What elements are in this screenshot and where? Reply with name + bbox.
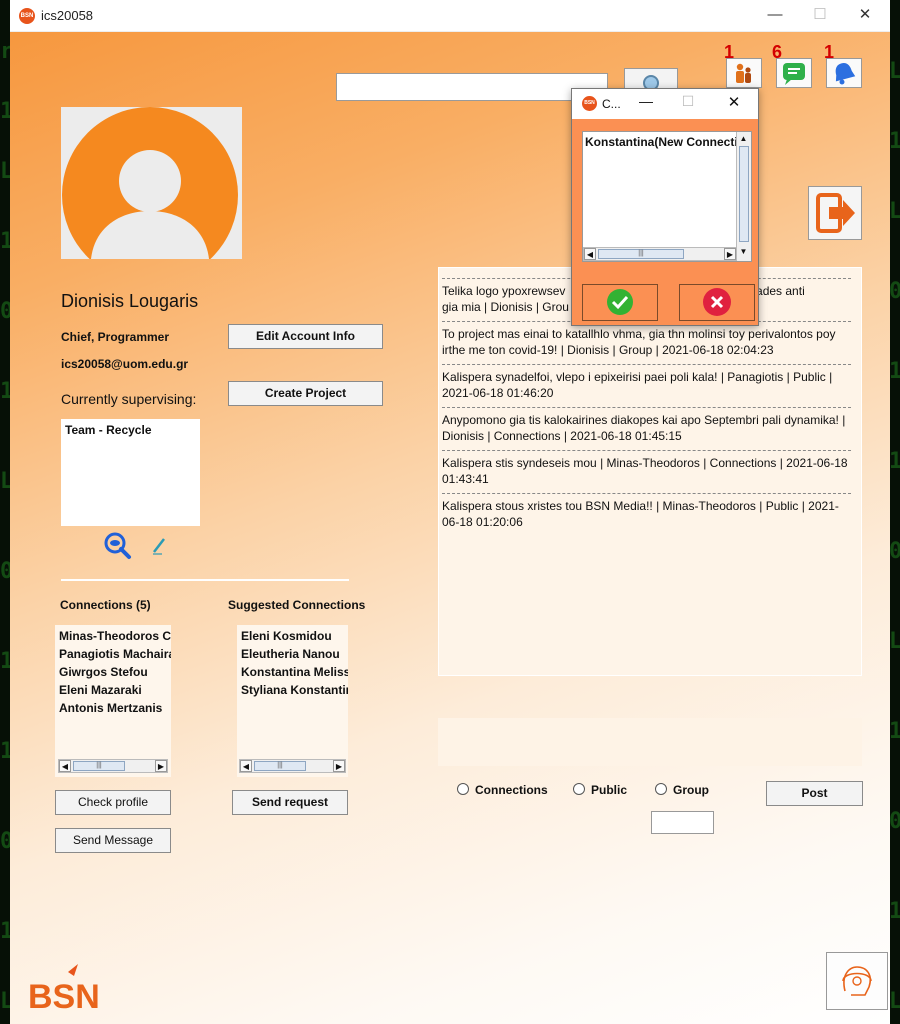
- chat-icon: [783, 63, 805, 85]
- reject-button[interactable]: [679, 284, 755, 321]
- create-project-button[interactable]: Create Project: [228, 381, 383, 406]
- horizontal-scrollbar[interactable]: ◀ ||| ▶: [583, 247, 737, 261]
- maximize-button[interactable]: ☐: [805, 4, 835, 26]
- avatar: [61, 107, 242, 259]
- logout-icon: [816, 193, 855, 233]
- list-item[interactable]: Minas-Theodoros C: [55, 627, 171, 645]
- scroll-left-icon[interactable]: ◀: [59, 760, 71, 772]
- radio-group[interactable]: Group: [655, 783, 709, 797]
- dialog-title-bar: BSN C... — ☐ ✕: [572, 89, 758, 119]
- bsn-brand-logo: BSN: [28, 964, 100, 1012]
- scroll-right-icon[interactable]: ▶: [724, 248, 736, 260]
- window-title: ics20058: [41, 8, 94, 23]
- connections-label: Connections (5): [60, 598, 151, 612]
- messages-notify-button[interactable]: [776, 58, 812, 88]
- list-item[interactable]: Styliana Konstantin: [237, 681, 348, 699]
- user-avatar-icon: [62, 107, 238, 259]
- radio-circle-icon: [655, 783, 667, 795]
- edit-account-button[interactable]: Edit Account Info: [228, 324, 383, 349]
- svg-text:BSN: BSN: [28, 978, 100, 1012]
- request-list[interactable]: Konstantina(New Connectio ▲ ▼ ◀ ||| ▶: [582, 131, 752, 262]
- feed-post: Anypomono gia tis kalokairines diakopes …: [442, 407, 851, 450]
- feed-post: Kalispera stous xristes tou BSN Media!! …: [442, 493, 851, 536]
- connection-request-dialog: BSN C... — ☐ ✕ Konstantina(New Connectio…: [571, 88, 759, 326]
- list-item[interactable]: Konstantina Meliss: [237, 663, 348, 681]
- list-item[interactable]: Panagiotis Machaira: [55, 645, 171, 663]
- list-item[interactable]: Eleutheria Nanou: [237, 645, 348, 663]
- supervising-label: Currently supervising:: [61, 391, 197, 407]
- suggested-list[interactable]: Eleni Kosmidou Eleutheria Nanou Konstant…: [237, 625, 348, 777]
- scroll-up-icon[interactable]: ▲: [738, 133, 749, 144]
- dialog-maximize-button[interactable]: ☐: [676, 93, 700, 110]
- post-input[interactable]: [438, 718, 862, 766]
- dialog-minimize-button[interactable]: —: [634, 93, 658, 109]
- connections-list[interactable]: Minas-Theodoros C Panagiotis Machaira Gi…: [55, 625, 171, 777]
- divider: [61, 579, 349, 581]
- close-button[interactable]: ✕: [850, 4, 880, 26]
- list-item[interactable]: Antonis Mertzanis: [55, 699, 171, 717]
- edit-pencil-icon[interactable]: [150, 534, 170, 556]
- profile-role: Chief, Programmer: [61, 330, 170, 344]
- logout-button[interactable]: [808, 186, 862, 240]
- supervising-list[interactable]: Team - Recycle: [61, 419, 200, 526]
- feed-panel[interactable]: Telika logo ypoxrewsevyo bdomades anti g…: [438, 267, 862, 676]
- alerts-notify-button[interactable]: [826, 58, 862, 88]
- list-item[interactable]: Team - Recycle: [61, 421, 200, 439]
- scroll-thumb[interactable]: |||: [598, 249, 684, 259]
- group-select-field[interactable]: [651, 811, 714, 834]
- support-button[interactable]: [826, 952, 888, 1010]
- feed-post: To project mas einai to katallhlo vhma, …: [442, 321, 851, 364]
- scroll-left-icon[interactable]: ◀: [584, 248, 596, 260]
- list-item[interactable]: Eleni Mazaraki: [55, 681, 171, 699]
- dialog-logo-icon: BSN: [582, 96, 597, 111]
- connections-icon: [736, 63, 751, 83]
- dialog-title: C...: [602, 97, 621, 111]
- feed-post: Kalispera stis syndeseis mou | Minas-The…: [442, 450, 851, 493]
- feed-post: Kalispera synadelfoi, vlepo i epixeirisi…: [442, 364, 851, 407]
- scroll-thumb[interactable]: |||: [73, 761, 125, 771]
- scroll-thumb[interactable]: |||: [254, 761, 306, 771]
- check-profile-button[interactable]: Check profile: [55, 790, 171, 815]
- radio-circle-icon: [457, 783, 469, 795]
- scroll-right-icon[interactable]: ▶: [155, 760, 167, 772]
- radio-circle-icon: [573, 783, 585, 795]
- scroll-down-icon[interactable]: ▼: [738, 246, 749, 257]
- scroll-right-icon[interactable]: ▶: [333, 760, 345, 772]
- vertical-scrollbar[interactable]: ▲ ▼: [736, 132, 751, 261]
- app-logo-icon: BSN: [19, 8, 35, 24]
- check-icon: [607, 289, 633, 315]
- view-project-icon[interactable]: [102, 530, 132, 560]
- list-item[interactable]: Eleni Kosmidou: [237, 627, 348, 645]
- search-input[interactable]: [336, 73, 608, 101]
- dialog-close-button[interactable]: ✕: [722, 93, 746, 111]
- connections-notify-button[interactable]: [726, 58, 762, 88]
- radio-public[interactable]: Public: [573, 783, 627, 797]
- send-request-button[interactable]: Send request: [232, 790, 348, 815]
- scroll-thumb[interactable]: [739, 146, 749, 242]
- radio-connections[interactable]: Connections: [457, 783, 548, 797]
- scroll-left-icon[interactable]: ◀: [240, 760, 252, 772]
- profile-name: Dionisis Lougaris: [61, 291, 199, 311]
- list-item[interactable]: Konstantina(New Connectio: [585, 135, 737, 151]
- headset-support-icon: [842, 966, 872, 996]
- accept-button[interactable]: [582, 284, 658, 321]
- post-button[interactable]: Post: [766, 781, 863, 806]
- title-bar: BSN ics20058 — ☐ ✕: [10, 0, 890, 32]
- minimize-button[interactable]: —: [760, 4, 790, 26]
- suggested-label: Suggested Connections: [228, 598, 366, 612]
- list-item[interactable]: Giwrgos Stefou: [55, 663, 171, 681]
- bell-icon: [835, 63, 856, 85]
- x-icon: [703, 288, 731, 316]
- connections-scrollbar[interactable]: ◀ ||| ▶: [58, 759, 168, 773]
- send-message-button[interactable]: Send Message: [55, 828, 171, 853]
- suggested-scrollbar[interactable]: ◀ ||| ▶: [239, 759, 346, 773]
- profile-email: ics20058@uom.edu.gr: [61, 357, 189, 371]
